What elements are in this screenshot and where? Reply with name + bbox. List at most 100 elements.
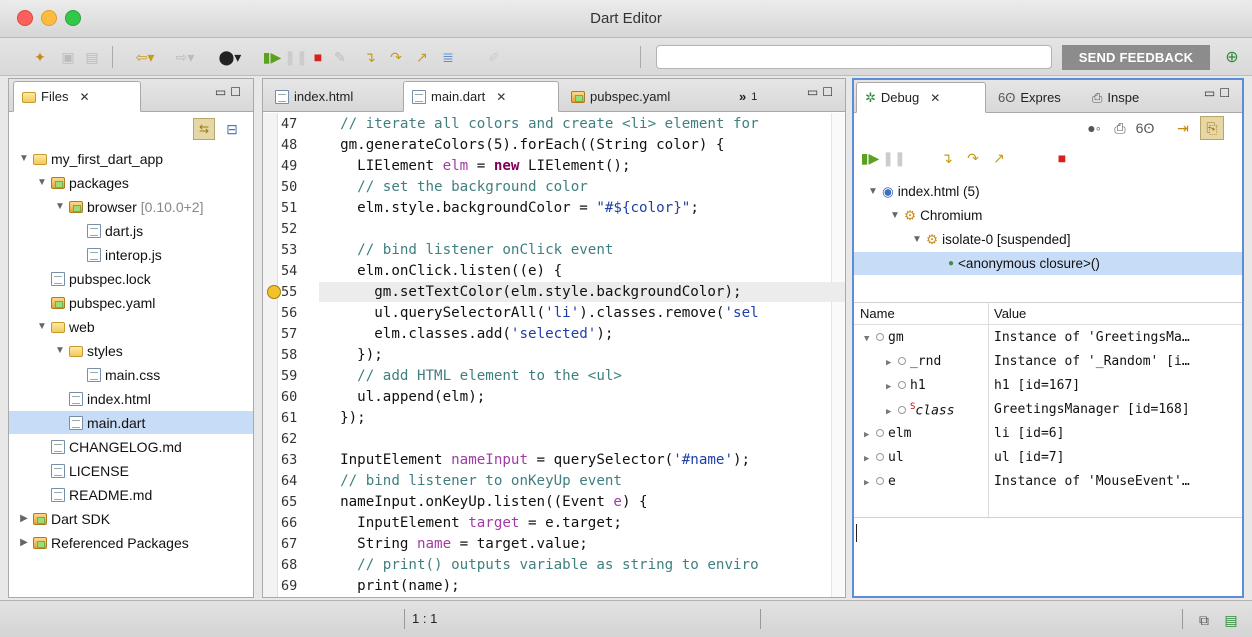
collapse-arrow-icon[interactable]: ▶ — [886, 407, 896, 417]
code-line[interactable]: ul.querySelectorAll('li').classes.remove… — [323, 304, 758, 323]
expand-arrow-icon[interactable]: ▼ — [37, 321, 47, 332]
expand-arrow-icon[interactable]: ▼ — [19, 153, 29, 164]
expand-arrow-icon[interactable]: ▼ — [868, 186, 878, 197]
pencil-icon[interactable]: ✐ — [484, 47, 504, 67]
tree-item[interactable]: main.dart — [9, 411, 253, 434]
tree-item[interactable]: ▼ web — [9, 315, 253, 338]
tab-files[interactable]: Files ✕ — [13, 81, 141, 112]
tree-item[interactable]: dart.js — [9, 219, 253, 242]
variable-row[interactable]: ▶ ul ul [id=7] — [854, 447, 1242, 469]
code-line[interactable]: // add HTML element to the <ul> — [323, 367, 622, 386]
run-icon[interactable]: ⬤▾ — [210, 47, 250, 67]
variable-row[interactable]: ▶ _rnd Instance of '_Random' [i… — [854, 351, 1242, 373]
collapse-arrow-icon[interactable]: ▶ — [886, 358, 896, 368]
variable-row[interactable]: ▶ h1 h1 [id=167] — [854, 375, 1242, 397]
step-into-icon[interactable]: ↴ — [358, 47, 382, 67]
link-with-editor-icon[interactable]: ⇆ — [193, 118, 215, 140]
disconnect-icon[interactable]: ✎ — [330, 47, 350, 67]
step-return-icon[interactable]: ↗ — [410, 47, 434, 67]
step-over-icon[interactable]: ↷ — [962, 148, 984, 168]
tree-item[interactable]: ▼ browser [0.10.0+2] — [9, 195, 253, 218]
code-line[interactable]: // set the background color — [323, 178, 588, 197]
save-icon[interactable]: ▣ — [58, 47, 78, 67]
code-line[interactable]: // iterate all colors and create <li> el… — [323, 115, 759, 134]
collapse-arrow-icon[interactable]: ▶ — [19, 537, 29, 548]
expand-arrow-icon[interactable]: ▼ — [55, 201, 65, 212]
code-line[interactable]: nameInput.onKeyUp.listen((Event e) { — [323, 493, 648, 512]
code-line[interactable]: elm.onClick.listen((e) { — [323, 262, 562, 281]
collapse-arrow-icon[interactable]: ▶ — [19, 513, 29, 524]
code-line[interactable]: InputElement nameInput = querySelector('… — [323, 451, 750, 470]
tab-debug[interactable]: ✲ Debug ✕ — [856, 82, 986, 113]
tree-item[interactable]: ▼ styles — [9, 339, 253, 362]
tree-item[interactable]: ▶ Dart SDK — [9, 507, 253, 530]
code-line[interactable]: }); — [323, 409, 366, 428]
collapse-arrow-icon[interactable]: ▶ — [886, 382, 896, 392]
back-icon[interactable]: ⇦▾ — [128, 47, 162, 67]
variable-row[interactable]: ▶Sclass GreetingsManager [id=168] — [854, 399, 1242, 421]
code-line[interactable]: print(name); — [323, 577, 460, 596]
inspect-object-icon[interactable]: ⎙ — [1110, 118, 1130, 138]
tree-item[interactable]: LICENSE — [9, 459, 253, 482]
save-all-icon[interactable]: ▤ — [82, 47, 102, 67]
current-instruction-pointer-icon[interactable] — [267, 285, 281, 299]
code-line[interactable]: // bind listener to onKeyUp event — [323, 472, 622, 491]
step-return-icon[interactable]: ↗ — [988, 148, 1010, 168]
debug-tree-item[interactable]: ▼ ⚙ Chromium — [854, 204, 1242, 227]
code-line[interactable]: elm.classes.add('selected'); — [323, 325, 613, 344]
tree-item[interactable]: ▼ my_first_dart_app — [9, 147, 253, 170]
tab-index-html[interactable]: index.html — [267, 81, 397, 112]
code-line[interactable]: elm.style.backgroundColor = "#${color}"; — [323, 199, 699, 218]
pause-icon[interactable]: ❚❚ — [284, 47, 307, 67]
debug-tree-item[interactable]: ▼ ⚙ isolate-0 [suspended] — [854, 228, 1242, 251]
link-debug-icon[interactable]: ⎘ — [1200, 116, 1224, 140]
variable-row[interactable]: ▼ gm Instance of 'GreetingsMa… — [854, 327, 1242, 349]
debug-tree-item[interactable]: ▼ ◉ index.html (5) — [854, 180, 1242, 203]
search-input[interactable] — [656, 45, 1052, 69]
tree-item[interactable]: main.css — [9, 363, 253, 386]
step-over-icon[interactable]: ↷ — [384, 47, 408, 67]
expand-arrow-icon[interactable]: ▼ — [890, 210, 900, 221]
send-feedback-button[interactable]: SEND FEEDBACK — [1062, 45, 1210, 70]
expand-arrow-icon[interactable]: ▼ — [37, 177, 47, 188]
tree-item[interactable]: ▼ packages — [9, 171, 253, 194]
collapse-all-icon[interactable]: ⊟ — [221, 118, 243, 140]
tab-inspect[interactable]: ⎙ Inspe — [1084, 82, 1166, 113]
code-line[interactable]: ul.append(elm); — [323, 388, 485, 407]
variable-row[interactable]: ▶ elm li [id=6] — [854, 423, 1242, 445]
code-editor[interactable]: 47 // iterate all colors and create <li>… — [263, 113, 845, 597]
debug-tree-item[interactable]: ● <anonymous closure>() — [854, 252, 1242, 275]
progress-icon[interactable]: ▤ — [1222, 610, 1240, 630]
tree-item[interactable]: interop.js — [9, 243, 253, 266]
panel-minmax-icon[interactable]: ▭☐ — [1204, 86, 1234, 100]
editor-scrollbar[interactable] — [831, 113, 845, 597]
resume-icon[interactable]: ▮▶ — [860, 148, 880, 168]
new-project-icon[interactable]: ✦ — [30, 47, 50, 67]
expand-arrow-icon[interactable]: ▼ — [912, 234, 922, 245]
collapse-arrow-icon[interactable]: ▶ — [864, 478, 874, 488]
tree-item[interactable]: ▶ Referenced Packages — [9, 531, 253, 554]
collapse-arrow-icon[interactable]: ▶ — [864, 430, 874, 440]
tab-main-dart[interactable]: main.dart ✕ — [403, 81, 559, 112]
tree-item[interactable]: index.html — [9, 387, 253, 410]
panel-minmax-icon[interactable]: ▭☐ — [215, 85, 245, 99]
open-perspective-icon[interactable]: ⊕ — [1220, 47, 1244, 67]
code-line[interactable]: gm.setTextColor(elm.style.backgroundColo… — [323, 283, 741, 302]
restore-icon[interactable]: ⧉ — [1196, 610, 1212, 630]
tree-item[interactable]: pubspec.yaml — [9, 291, 253, 314]
watch-expression-icon[interactable]: 6ʘ — [1134, 118, 1156, 138]
code-line[interactable]: // print() outputs variable as string to… — [323, 556, 758, 575]
expand-arrow-icon[interactable]: ▼ — [864, 334, 874, 344]
forward-icon[interactable]: ⇨▾ — [168, 47, 202, 67]
code-line[interactable]: InputElement target = e.target; — [323, 514, 622, 533]
terminate-icon[interactable]: ■ — [1054, 148, 1070, 168]
code-line[interactable]: }); — [323, 346, 383, 365]
expand-arrow-icon[interactable]: ▼ — [55, 345, 65, 356]
show-breakpoints-icon[interactable]: ●◦ — [1084, 118, 1104, 138]
code-line[interactable]: gm.generateColors(5).forEach((String col… — [323, 136, 724, 155]
panel-minmax-icon[interactable]: ▭☐ — [807, 85, 837, 99]
step-filter-icon[interactable]: ⇥ — [1172, 118, 1194, 138]
tab-expressions[interactable]: 6ʘ Expres — [990, 82, 1082, 113]
code-line[interactable]: String name = target.value; — [323, 535, 588, 554]
stop-icon[interactable]: ■ — [310, 47, 326, 67]
